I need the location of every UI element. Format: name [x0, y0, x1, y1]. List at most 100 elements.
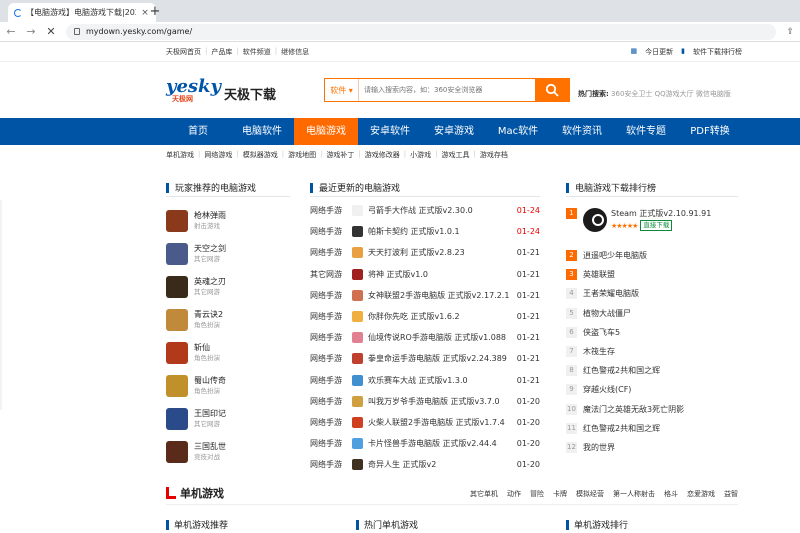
subnav-item[interactable]: 游戏地图 [288, 150, 316, 160]
update-row[interactable]: 网络手游 弓箭手大作战 正式版v2.30.0 01-24 [310, 200, 540, 221]
game-icon[interactable] [166, 408, 188, 430]
update-row[interactable]: 网络手游 奇异人生 正式版v2 01-20 [310, 454, 540, 475]
rank-name[interactable]: 侠盗飞车5 [583, 327, 620, 338]
ranking-item[interactable]: 8 红色警戒2共和国之辉 [566, 361, 736, 380]
game-name[interactable]: 斩仙 [194, 342, 220, 354]
update-category[interactable]: 网络手游 [310, 417, 347, 428]
nav-home[interactable]: 首页 [166, 118, 230, 145]
rank-name[interactable]: 我的世界 [583, 442, 615, 453]
today-update-link[interactable]: 今日更新 [645, 47, 673, 57]
subnav-item[interactable]: 小游戏 [410, 150, 431, 160]
address-bar[interactable]: mydown.yesky.com/game/ [66, 23, 777, 40]
nav-mac-software[interactable]: Mac软件 [486, 118, 550, 145]
rank-name[interactable]: 魔法门之英雄无敌3死亡阴影 [583, 404, 684, 415]
nav-android-games[interactable]: 安卓游戏 [422, 118, 486, 145]
subnav-item[interactable]: 游戏存档 [480, 150, 508, 160]
update-row[interactable]: 网络手游 女神联盟2手游电脑版 正式版v2.17.2.1 01-21 [310, 285, 540, 306]
update-category[interactable]: 网络手游 [310, 290, 347, 301]
recommended-game[interactable]: 枪林弹雨 射击游戏 [166, 210, 286, 236]
ranking-link[interactable]: 软件下载排行榜 [693, 47, 742, 57]
update-category[interactable]: 其它网游 [310, 269, 347, 280]
game-name[interactable]: 三国乱世 [194, 441, 226, 453]
rank-name[interactable]: 英雄联盟 [583, 269, 615, 280]
single-game-category-link[interactable]: 其它单机 [470, 489, 498, 499]
forward-icon[interactable]: → [26, 25, 36, 38]
subnav-item[interactable]: 网络游戏 [204, 150, 232, 160]
update-name[interactable]: 仙境传说RO手游电脑版 正式版v1.088 [368, 332, 512, 343]
share-icon[interactable]: ⇪ [786, 27, 794, 37]
game-name[interactable]: 青云诀2 [194, 309, 223, 321]
update-row[interactable]: 网络手游 帕斯卡契约 正式版v1.0.1 01-24 [310, 221, 540, 242]
browser-tab[interactable]: 【电脑游戏】电脑游戏下载|2021 × [8, 3, 156, 22]
single-game-category-link[interactable]: 第一人称射击 [613, 489, 655, 499]
game-name[interactable]: 英魂之刃 [194, 276, 226, 288]
new-tab-button[interactable]: + [148, 4, 162, 19]
subnav-item[interactable]: 模拟器游戏 [243, 150, 278, 160]
update-name[interactable]: 欢乐赛车大战 正式版v1.3.0 [368, 375, 512, 386]
update-category[interactable]: 网络手游 [310, 247, 347, 258]
game-icon[interactable] [166, 441, 188, 463]
stop-icon[interactable]: ✕ [46, 25, 56, 38]
search-input[interactable] [359, 79, 535, 101]
rank-name[interactable]: 王者荣耀电脑版 [583, 288, 639, 299]
recommended-game[interactable]: 王国印记 其它网游 [166, 408, 286, 434]
ranking-item[interactable]: 10 魔法门之英雄无敌3死亡阴影 [566, 400, 736, 419]
update-name[interactable]: 卡片怪兽手游电脑版 正式版v2.44.4 [368, 438, 512, 449]
update-name[interactable]: 你胖你先吃 正式版v1.6.2 [368, 311, 512, 322]
update-category[interactable]: 网络手游 [310, 226, 347, 237]
search-category-select[interactable]: 软件 ▾ [325, 79, 359, 101]
recommended-game[interactable]: 三国乱世 竞技对战 [166, 441, 286, 467]
rank-name[interactable]: 红色警戒2共和国之辉 [583, 423, 660, 434]
recommended-game[interactable]: 斩仙 角色扮演 [166, 342, 286, 368]
ranking-item[interactable]: 12 我的世界 [566, 438, 736, 457]
ranking-item[interactable]: 2 逍遥吧少年电脑版 [566, 246, 736, 265]
rank-name[interactable]: 穿越火线(CF) [583, 384, 631, 395]
topbar-link[interactable]: 天极网首页 [166, 47, 201, 57]
rank-name[interactable]: 木筏生存 [583, 346, 615, 357]
update-category[interactable]: 网络手游 [310, 353, 347, 364]
ranking-item[interactable]: 9 穿越火线(CF) [566, 380, 736, 399]
rank-name[interactable]: Steam 正式版v2.10.91.91 [611, 208, 711, 220]
site-logo[interactable]: yesky 天极网 [166, 78, 224, 104]
update-category[interactable]: 网络手游 [310, 205, 347, 216]
subnav-item[interactable]: 单机游戏 [166, 150, 194, 160]
game-name[interactable]: 天空之剑 [194, 243, 226, 255]
nav-pdf-convert[interactable]: PDF转换 [678, 118, 742, 145]
game-icon[interactable] [166, 210, 188, 232]
game-icon[interactable] [166, 309, 188, 331]
topbar-link[interactable]: 继修信息 [281, 47, 309, 57]
update-category[interactable]: 网络手游 [310, 438, 347, 449]
update-row[interactable]: 网络手游 你胖你先吃 正式版v1.6.2 01-21 [310, 306, 540, 327]
rank-name[interactable]: 植物大战僵尸 [583, 308, 631, 319]
game-icon[interactable] [166, 342, 188, 364]
hot-search-terms[interactable]: 360安全卫士 QQ游戏大厅 微信电脑版 [611, 90, 731, 98]
update-name[interactable]: 奇异人生 正式版v2 [368, 459, 512, 470]
topbar-link[interactable]: 产品库 [211, 47, 232, 57]
update-name[interactable]: 将神 正式版v1.0 [368, 269, 512, 280]
ranking-item-1[interactable]: 1 Steam 正式版v2.10.91.91 ★★★★★ 直接下载 [566, 208, 736, 238]
nav-pc-software[interactable]: 电脑软件 [230, 118, 294, 145]
single-game-category-link[interactable]: 卡牌 [553, 489, 567, 499]
update-row[interactable]: 网络手游 卡片怪兽手游电脑版 正式版v2.44.4 01-20 [310, 433, 540, 454]
update-row[interactable]: 网络手游 仙境传说RO手游电脑版 正式版v1.088 01-21 [310, 327, 540, 348]
update-row[interactable]: 网络手游 天天打波利 正式版v2.8.23 01-21 [310, 242, 540, 263]
game-name[interactable]: 枪林弹雨 [194, 210, 226, 222]
update-category[interactable]: 网络手游 [310, 396, 347, 407]
update-row[interactable]: 网络手游 拳皇命运手游电脑版 正式版v2.24.389 01-21 [310, 348, 540, 369]
game-name[interactable]: 蜀山传奇 [194, 375, 226, 387]
search-button[interactable] [535, 79, 569, 101]
update-row[interactable]: 网络手游 火柴人联盟2手游电脑版 正式版v1.7.4 01-20 [310, 412, 540, 433]
nav-software-news[interactable]: 软件资讯 [550, 118, 614, 145]
ranking-item[interactable]: 6 侠盗飞车5 [566, 323, 736, 342]
update-name[interactable]: 帕斯卡契约 正式版v1.0.1 [368, 226, 512, 237]
nav-pc-games[interactable]: 电脑游戏 [294, 118, 358, 145]
single-game-category-link[interactable]: 冒险 [530, 489, 544, 499]
recommended-game[interactable]: 英魂之刃 其它网游 [166, 276, 286, 302]
rank-name[interactable]: 逍遥吧少年电脑版 [583, 250, 647, 261]
update-name[interactable]: 叫我万岁爷手游电脑版 正式版v3.7.0 [368, 396, 512, 407]
update-name[interactable]: 女神联盟2手游电脑版 正式版v2.17.2.1 [368, 290, 512, 301]
topbar-link[interactable]: 软件频道 [243, 47, 271, 57]
rank-name[interactable]: 红色警戒2共和国之辉 [583, 365, 660, 376]
update-row[interactable]: 其它网游 将神 正式版v1.0 01-21 [310, 264, 540, 285]
update-row[interactable]: 网络手游 欢乐赛车大战 正式版v1.3.0 01-21 [310, 370, 540, 391]
